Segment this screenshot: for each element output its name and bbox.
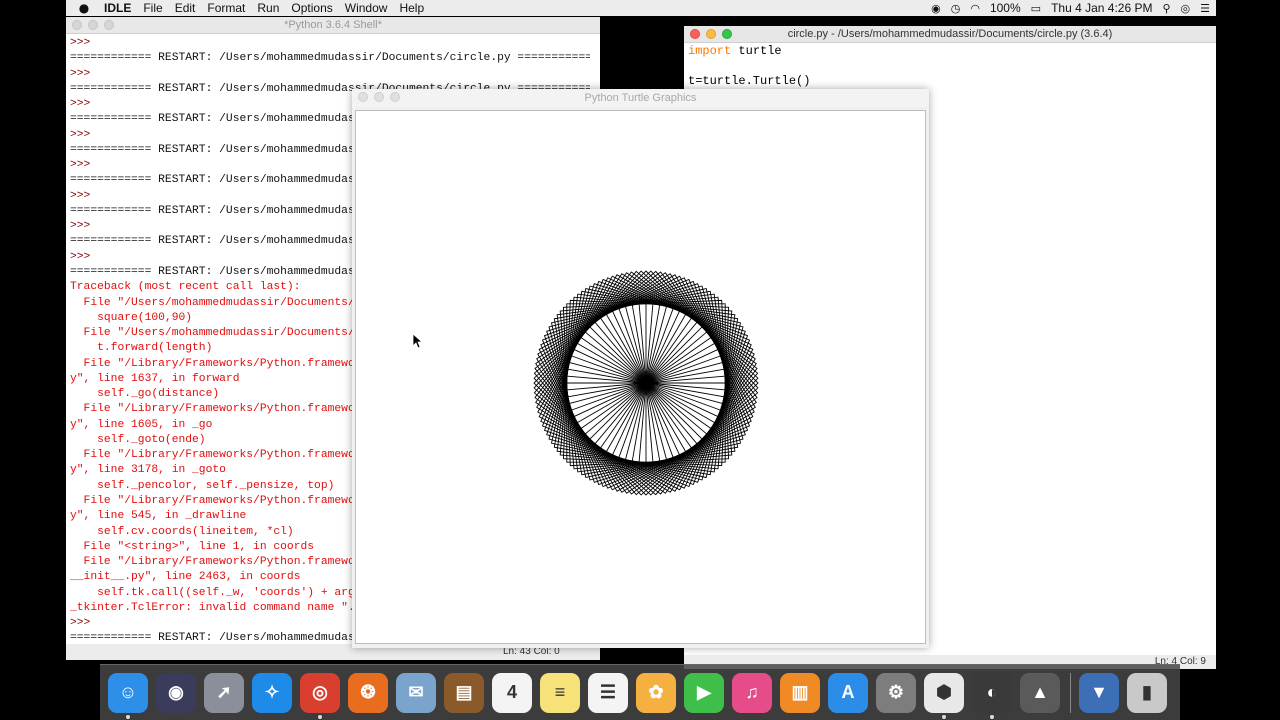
code-line-1: turtle (731, 44, 782, 58)
rocket-icon-glyph: ▲ (1031, 682, 1049, 702)
menu-run[interactable]: Run (257, 1, 279, 15)
dock: ☺ ◉ ➚ ✧ ◎ ❂ ✉ ▤ 4 ≡ ☰ ✿ ▶ ♫ ▥ A ⚙ ⬢ ◐ ▲ ▼ ▮ (100, 664, 1180, 720)
spotlight-icon[interactable]: ⚲ (1162, 2, 1170, 15)
facetime-icon[interactable]: ▶ (684, 672, 724, 713)
app-menu-idle[interactable]: IDLE (104, 1, 131, 15)
notebook-icon-glyph: ▤ (455, 682, 473, 702)
battery-icon[interactable]: ▭ (1031, 2, 1041, 15)
menu-file[interactable]: File (143, 1, 162, 15)
quicktime-icon[interactable]: ◐ (972, 672, 1012, 719)
itunes-icon-glyph: ♫ (745, 682, 759, 702)
time-machine-icon[interactable]: ◷ (951, 2, 961, 15)
notification-center-icon[interactable]: ☰ (1200, 2, 1210, 15)
editor-titlebar[interactable]: circle.py - /Users/mohammedmudassir/Docu… (684, 26, 1216, 43)
running-indicator (126, 714, 130, 719)
trash-icon-glyph: ▮ (1142, 682, 1152, 702)
running-indicator (990, 714, 994, 719)
ibooks-icon[interactable]: ▥ (780, 672, 820, 713)
system-preferences-icon[interactable]: ⚙ (876, 672, 916, 713)
downloads-stack-icon[interactable]: ▼ (1079, 672, 1119, 713)
reminders-icon-glyph: ☰ (599, 682, 617, 702)
minimize-button[interactable] (88, 20, 98, 30)
python-launcher-icon-glyph: ⬢ (936, 682, 952, 702)
menu-options[interactable]: Options (291, 1, 332, 15)
siri-icon-glyph: ◉ (168, 682, 184, 702)
dock-separator (1070, 672, 1071, 713)
shell-title: *Python 3.6.4 Shell* (284, 19, 382, 31)
running-indicator (942, 714, 946, 719)
menu-bar: ● IDLE File Edit Format Run Options Wind… (66, 0, 1216, 16)
close-button[interactable] (690, 29, 700, 39)
editor-title: circle.py - /Users/mohammedmudassir/Docu… (787, 28, 1113, 40)
app-store-icon-glyph: A (841, 682, 855, 702)
calendar-icon-glyph: 4 (506, 682, 517, 702)
turtle-title: Python Turtle Graphics (584, 92, 697, 104)
wifi-icon[interactable]: ◠ (970, 2, 980, 15)
calendar-icon[interactable]: 4 (492, 672, 532, 713)
menu-help[interactable]: Help (399, 1, 424, 15)
siri-icon[interactable]: ◉ (156, 672, 196, 713)
code-keyword-import: import (688, 44, 732, 58)
running-indicator (318, 714, 322, 719)
safari-icon[interactable]: ✧ (252, 672, 292, 713)
shell-titlebar[interactable]: *Python 3.6.4 Shell* (66, 17, 600, 34)
rocket-icon[interactable]: ▲ (1020, 672, 1060, 713)
photos-icon-glyph: ✿ (648, 682, 664, 702)
clock[interactable]: Thu 4 Jan 4:26 PM (1051, 1, 1152, 15)
preview-icon[interactable]: ✉ (396, 672, 436, 713)
turtle-canvas[interactable] (355, 110, 926, 644)
shell-line: ============ RESTART: /Users/mohammedmud… (70, 52, 590, 65)
notes-icon-glyph: ≡ (554, 682, 566, 702)
safari-icon-glyph: ✧ (264, 682, 280, 702)
close-button[interactable] (72, 20, 82, 30)
itunes-icon[interactable]: ♫ (732, 672, 772, 713)
close-button[interactable] (358, 92, 368, 102)
python-launcher-icon[interactable]: ⬢ (924, 672, 964, 719)
zoom-button[interactable] (390, 92, 400, 102)
trash-icon[interactable]: ▮ (1127, 672, 1167, 713)
battery-percent[interactable]: 100% (990, 1, 1021, 15)
preview-icon-glyph: ✉ (408, 682, 424, 702)
code-line-3: t=turtle.Turtle() (688, 74, 811, 88)
reminders-icon[interactable]: ☰ (588, 672, 628, 713)
screen-record-icon[interactable]: ◉ (931, 2, 941, 15)
notebook-icon[interactable]: ▤ (444, 672, 484, 713)
firefox-icon[interactable]: ❂ (348, 672, 388, 713)
chrome-icon-glyph: ◎ (312, 682, 328, 702)
menu-format[interactable]: Format (207, 1, 245, 15)
launchpad-icon-glyph: ➚ (216, 682, 232, 702)
menu-window[interactable]: Window (345, 1, 388, 15)
minimize-button[interactable] (706, 29, 716, 39)
facetime-icon-glyph: ▶ (697, 682, 711, 702)
shell-line: >>> (70, 37, 91, 49)
chrome-icon[interactable]: ◎ (300, 672, 340, 719)
zoom-button[interactable] (722, 29, 732, 39)
firefox-icon-glyph: ❂ (360, 682, 376, 702)
finder-icon-glyph: ☺ (118, 682, 138, 702)
launchpad-icon[interactable]: ➚ (204, 672, 244, 713)
ibooks-icon-glyph: ▥ (791, 682, 809, 702)
menu-edit[interactable]: Edit (175, 1, 196, 15)
turtle-titlebar[interactable]: Python Turtle Graphics (352, 89, 929, 107)
photos-icon[interactable]: ✿ (636, 672, 676, 713)
siri-menu-icon[interactable]: ◎ (1181, 2, 1191, 15)
turtle-graphics-window: Python Turtle Graphics (352, 89, 929, 648)
app-store-icon[interactable]: A (828, 672, 868, 713)
finder-icon[interactable]: ☺ (108, 672, 148, 719)
shell-line: >>> (70, 67, 91, 80)
system-preferences-icon-glyph: ⚙ (887, 682, 905, 702)
zoom-button[interactable] (104, 20, 114, 30)
quicktime-icon-glyph: ◐ (986, 682, 998, 702)
mouse-cursor-icon (413, 334, 423, 348)
notes-icon[interactable]: ≡ (540, 672, 580, 713)
minimize-button[interactable] (374, 92, 384, 102)
apple-icon[interactable]: ● (74, 1, 94, 15)
turtle-drawing (533, 270, 759, 496)
code-editor[interactable]: import turtle t=turtle.Turtle() (688, 44, 810, 89)
downloads-stack-icon-glyph: ▼ (1090, 682, 1108, 702)
